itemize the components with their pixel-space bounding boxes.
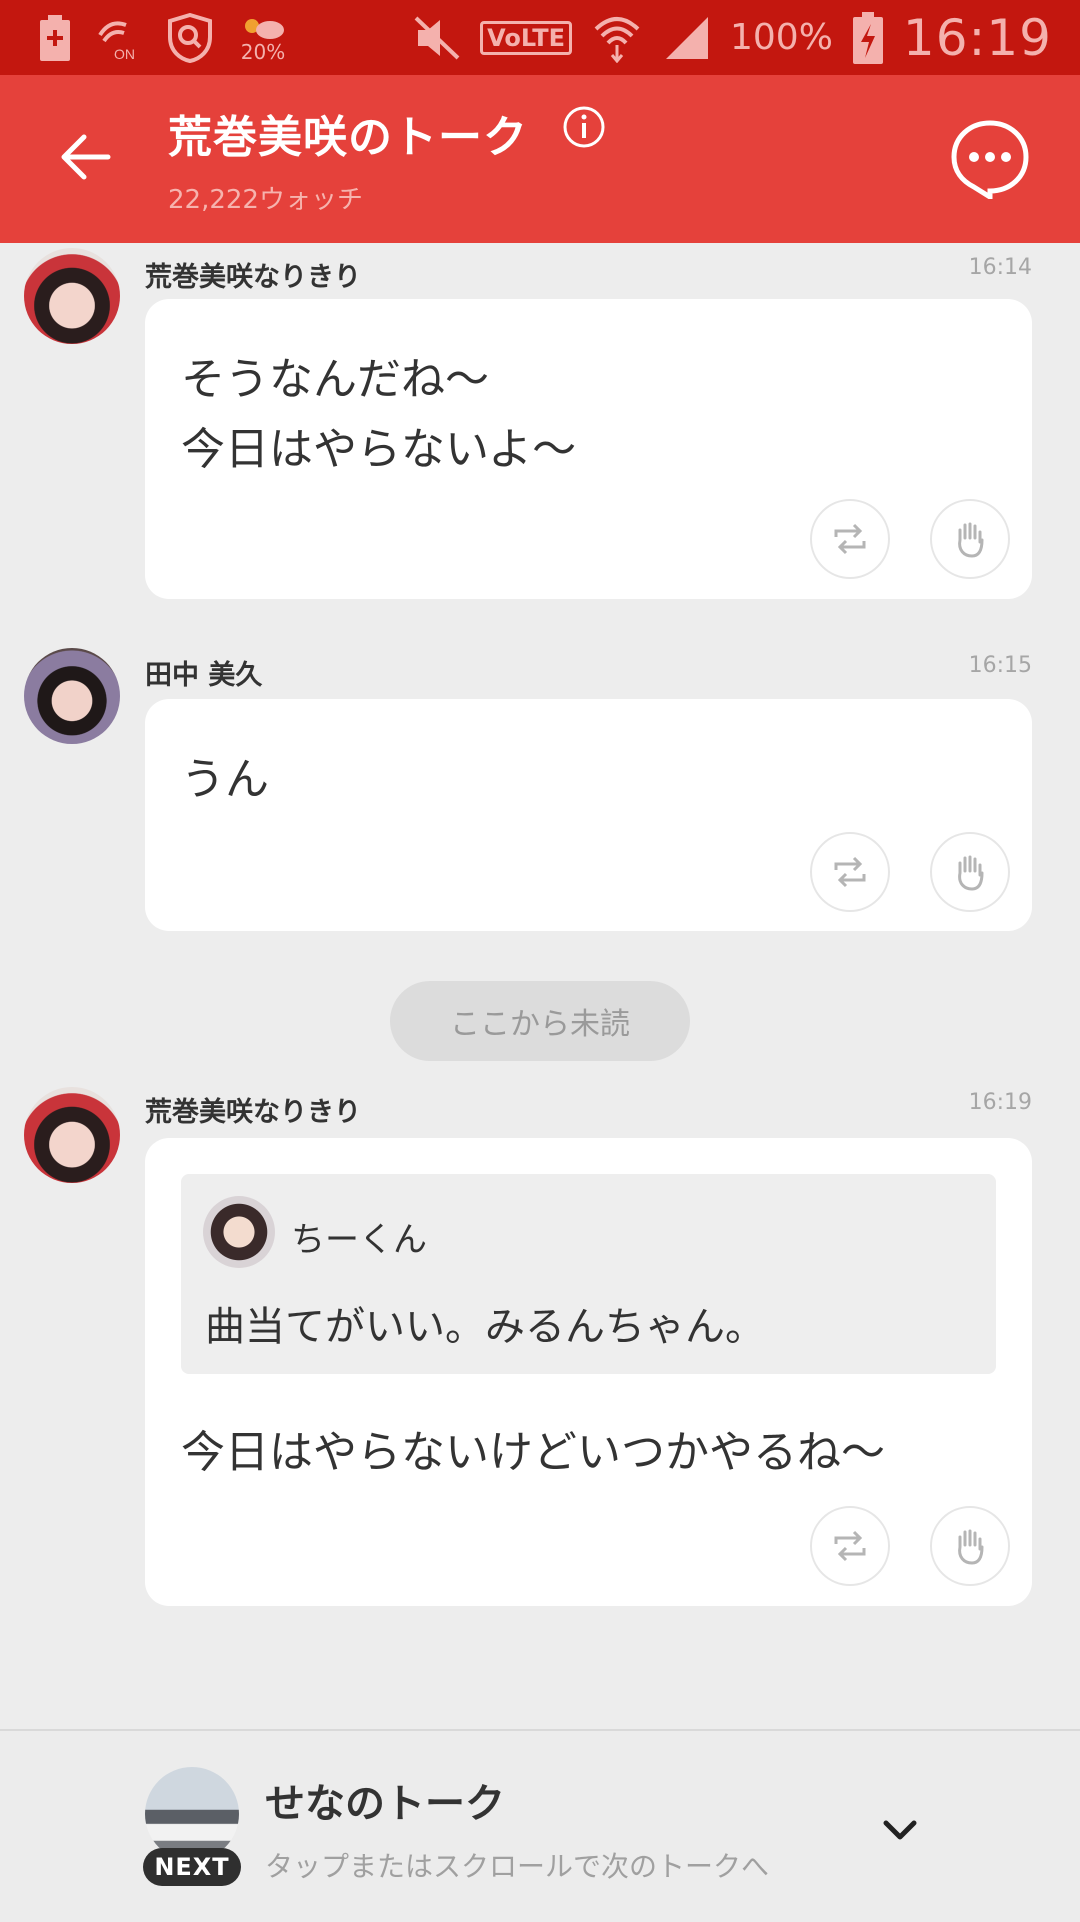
volte-icon: VoLTE	[480, 20, 572, 55]
message-time: 16:19	[968, 1090, 1032, 1115]
quoted-sender-name: ちーくん	[291, 1220, 427, 1260]
sun-cloud-icon	[245, 18, 284, 39]
quoted-text: 曲当てがいい。みるんちゃん。	[205, 1304, 765, 1350]
quoted-avatar	[203, 1196, 275, 1268]
repost-icon	[834, 1530, 866, 1562]
volte-label: VoLTE	[480, 20, 572, 55]
next-talk-avatar	[145, 1767, 239, 1861]
arrow-left-icon	[61, 134, 111, 180]
chevron-down-icon[interactable]	[880, 1811, 920, 1851]
mute-icon	[414, 16, 460, 60]
nfc-icon: ON	[96, 15, 140, 61]
message-time: 16:14	[968, 255, 1032, 280]
page-title: 荒巻美咲のトーク	[168, 112, 528, 163]
message-text: 今日はやらないけどいつかやるね〜	[181, 1427, 885, 1478]
signal-icon	[662, 15, 710, 61]
message-item: 荒巻美咲なりきり 16:19 ちーくん 曲当てがいい。みるんちゃん。 今日はやら…	[0, 1082, 1080, 1612]
sender-name: 荒巻美咲なりきり	[145, 262, 361, 293]
watch-count: 22,222ウォッチ	[168, 185, 363, 215]
next-talk-bar[interactable]: NEXT せなのトーク タップまたはスクロールで次のトークへ	[0, 1729, 1080, 1922]
svg-text:ON: ON	[114, 46, 135, 61]
next-badge: NEXT	[143, 1848, 241, 1886]
message-item: 荒巻美咲なりきり 16:14 そうなんだね〜 今日はやらないよ〜	[0, 243, 1080, 603]
next-talk-hint: タップまたはスクロールで次のトークへ	[265, 1850, 770, 1883]
message-time: 16:15	[968, 653, 1032, 678]
battery-charging-icon	[852, 11, 883, 64]
message-item: 田中 美久 16:15 うん	[0, 643, 1080, 943]
repost-button[interactable]	[810, 1506, 890, 1586]
unread-divider: ここから未読	[390, 981, 690, 1061]
clap-button[interactable]	[930, 1506, 1010, 1586]
sender-name: 荒巻美咲なりきり	[145, 1097, 361, 1128]
repost-icon	[834, 856, 866, 888]
clock: 16:19	[902, 8, 1052, 67]
sender-name: 田中 美久	[145, 660, 263, 691]
avatar[interactable]	[24, 248, 120, 344]
next-talk-title: せなのトーク	[265, 1781, 505, 1827]
clap-hand-icon	[958, 855, 984, 891]
repost-button[interactable]	[810, 832, 890, 912]
chat-menu-button[interactable]	[950, 119, 1030, 202]
clap-button[interactable]	[930, 832, 1010, 912]
shield-search-icon	[166, 12, 214, 63]
repost-button[interactable]	[810, 499, 890, 579]
repost-icon	[834, 523, 866, 555]
back-button[interactable]	[58, 129, 114, 185]
message-bubble[interactable]: ちーくん 曲当てがいい。みるんちゃん。 今日はやらないけどいつかやるね〜	[145, 1138, 1032, 1606]
clap-hand-icon	[958, 1529, 984, 1565]
clap-button[interactable]	[930, 499, 1010, 579]
weather-widget: 20%	[240, 14, 286, 62]
status-bar: ON 20% VoLTE 100% 16:19	[0, 0, 1080, 75]
avatar[interactable]	[24, 648, 120, 744]
message-text: そうなんだね〜 今日はやらないよ〜	[181, 354, 577, 475]
clap-hand-icon	[958, 522, 984, 558]
weather-percent: 20%	[240, 39, 286, 64]
message-bubble[interactable]: うん	[145, 699, 1032, 931]
message-bubble[interactable]: そうなんだね〜 今日はやらないよ〜	[145, 299, 1032, 599]
message-text: うん	[181, 754, 269, 805]
wifi-icon	[592, 13, 642, 63]
avatar[interactable]	[24, 1087, 120, 1183]
quoted-message[interactable]: ちーくん 曲当てがいい。みるんちゃん。	[181, 1174, 996, 1374]
battery-saver-icon	[40, 14, 70, 61]
chat-bubble-more-icon	[951, 120, 1029, 202]
battery-percent: 100%	[729, 17, 833, 58]
app-header: 荒巻美咲のトーク 22,222ウォッチ	[0, 75, 1080, 243]
info-icon[interactable]	[562, 105, 606, 149]
